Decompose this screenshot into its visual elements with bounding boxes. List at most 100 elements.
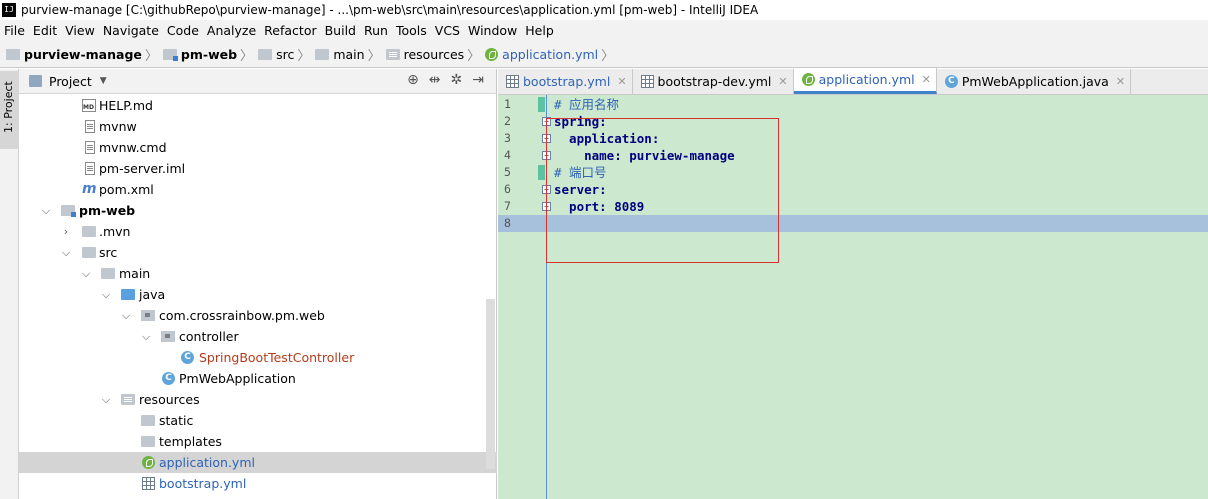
code-line[interactable]: 1 # 应用名称 (498, 96, 1208, 113)
tree-item[interactable]: ⌵ pm-web (19, 200, 497, 221)
red-annotation-box (546, 118, 779, 263)
package-icon (141, 310, 155, 321)
tree-item[interactable]: pm-server.iml (19, 158, 497, 179)
close-icon[interactable]: ✕ (617, 75, 626, 88)
breadcrumb-src[interactable]: src 〉 (258, 42, 315, 68)
spring-boot-class-icon: C (162, 372, 175, 385)
chevron-down-icon[interactable]: ⌵ (141, 326, 151, 347)
chevron-down-icon[interactable]: ⌵ (121, 305, 131, 326)
tree-item[interactable]: templates (19, 431, 497, 452)
tree-item[interactable]: ⌵ resources (19, 389, 497, 410)
collapse-all-icon[interactable]: ⇹ (429, 72, 441, 88)
tab-bootstrap-dev-yml[interactable]: bootstrap-dev.yml ✕ (633, 69, 794, 94)
tree-item[interactable]: ⌵ src (19, 242, 497, 263)
tree-item[interactable]: ⌵ com.crossrainbow.pm.web (19, 305, 497, 326)
chevron-right-icon[interactable]: › (61, 221, 71, 242)
text-file-icon (85, 141, 95, 154)
tree-item[interactable]: bootstrap.yml (19, 473, 497, 494)
tab-bootstrap-yml[interactable]: bootstrap.yml ✕ (498, 69, 633, 94)
close-icon[interactable]: ✕ (778, 75, 787, 88)
source-folder-icon (121, 289, 135, 300)
chevron-down-icon[interactable]: ⌵ (81, 263, 91, 284)
editor-area: bootstrap.yml ✕ bootstrap-dev.yml ✕ appl… (498, 68, 1208, 499)
yaml-file-icon (142, 477, 155, 490)
tree-item[interactable]: › .mvn (19, 221, 497, 242)
breadcrumb-label: purview-manage (24, 47, 142, 62)
tree-item-selected[interactable]: application.yml (19, 452, 497, 473)
gear-icon[interactable]: ✲ (451, 72, 463, 88)
project-view-selector[interactable]: Project (49, 74, 92, 89)
menu-help[interactable]: Help (521, 20, 558, 42)
intellij-app-icon: IJ (2, 3, 16, 17)
tree-item[interactable]: ⌵ java (19, 284, 497, 305)
vertical-scrollbar[interactable] (486, 299, 495, 469)
menu-vcs[interactable]: VCS (431, 20, 464, 42)
chevron-right-icon: 〉 (144, 49, 158, 64)
code-line-text: # 应用名称 (554, 97, 620, 112)
tree-item[interactable]: ⌵ main (19, 263, 497, 284)
tree-item[interactable]: MD HELP.md (19, 95, 497, 116)
locate-file-icon[interactable]: ⊕ (407, 72, 419, 88)
project-tool-window-tab[interactable]: 1: Project (0, 71, 19, 149)
tab-label: PmWebApplication.java (961, 74, 1109, 89)
menu-analyze[interactable]: Analyze (203, 20, 260, 42)
tab-label: bootstrap.yml (523, 74, 611, 89)
line-number: 3 (504, 131, 511, 145)
tree-item-label: mvnw.cmd (99, 140, 167, 155)
menu-window[interactable]: Window (464, 20, 521, 42)
chevron-down-icon[interactable]: ⌵ (101, 389, 111, 410)
line-number: 2 (504, 114, 511, 128)
chevron-down-icon[interactable]: ⌵ (41, 200, 51, 221)
folder-icon (141, 436, 155, 447)
tree-item-label: bootstrap.yml (159, 476, 247, 491)
chevron-down-icon[interactable]: ▼ (100, 76, 107, 86)
tree-item-label: mvnw (99, 119, 137, 134)
change-marker (538, 165, 545, 180)
project-panel-header: Project ▼ ⊕ ⇹ ✲ ⇥ (19, 69, 496, 94)
menu-file[interactable]: File (0, 20, 29, 42)
tree-item[interactable]: C PmWebApplication (19, 368, 497, 389)
chevron-down-icon[interactable]: ⌵ (101, 284, 111, 305)
line-number: 6 (504, 182, 511, 196)
hide-panel-icon[interactable]: ⇥ (472, 72, 484, 88)
folder-icon (82, 226, 96, 237)
breadcrumb-label: main (333, 47, 365, 62)
tree-item[interactable]: mvnw.cmd (19, 137, 497, 158)
left-tool-stripe: 1: Project (0, 69, 19, 499)
menu-tools[interactable]: Tools (392, 20, 431, 42)
breadcrumb-module[interactable]: pm-web 〉 (162, 42, 258, 68)
tree-item[interactable]: static (19, 410, 497, 431)
menu-bar: File Edit View Navigate Code Analyze Ref… (0, 20, 1208, 42)
close-icon[interactable]: ✕ (922, 73, 931, 86)
tree-item[interactable]: mvnw (19, 116, 497, 137)
breadcrumb-label: pm-web (180, 47, 238, 62)
resources-folder-icon (121, 394, 135, 405)
chevron-right-icon: 〉 (297, 49, 311, 64)
spring-config-icon (801, 73, 815, 86)
tree-item-label: SpringBootTestController (199, 350, 355, 365)
editor-tabs: bootstrap.yml ✕ bootstrap-dev.yml ✕ appl… (498, 68, 1208, 95)
code-editor[interactable]: 1 # 应用名称 2 − spring: 3 − application: 4 … (498, 95, 1208, 499)
tab-pmwebapplication-java[interactable]: C PmWebApplication.java ✕ (937, 69, 1132, 94)
line-number: 4 (504, 148, 511, 162)
menu-run[interactable]: Run (360, 20, 392, 42)
breadcrumb-resources[interactable]: resources 〉 (385, 42, 486, 68)
breadcrumb-main[interactable]: main 〉 (315, 42, 385, 68)
tree-item[interactable]: ⌵ controller (19, 326, 497, 347)
breadcrumb-file[interactable]: application.yml 〉 (485, 42, 619, 68)
menu-refactor[interactable]: Refactor (260, 20, 320, 42)
menu-edit[interactable]: Edit (29, 20, 61, 42)
menu-build[interactable]: Build (321, 20, 360, 42)
chevron-right-icon: 〉 (467, 49, 481, 64)
tab-application-yml[interactable]: application.yml ✕ (793, 68, 937, 94)
menu-code[interactable]: Code (163, 20, 203, 42)
close-icon[interactable]: ✕ (1116, 75, 1125, 88)
tree-item[interactable]: m pom.xml (19, 179, 497, 200)
menu-view[interactable]: View (61, 20, 99, 42)
chevron-down-icon[interactable]: ⌵ (61, 242, 71, 263)
chevron-right-icon: 〉 (240, 49, 254, 64)
tree-item[interactable]: C SpringBootTestController (19, 347, 497, 368)
folder-icon (101, 268, 115, 279)
menu-navigate[interactable]: Navigate (99, 20, 163, 42)
breadcrumb-project[interactable]: purview-manage 〉 (6, 42, 163, 68)
